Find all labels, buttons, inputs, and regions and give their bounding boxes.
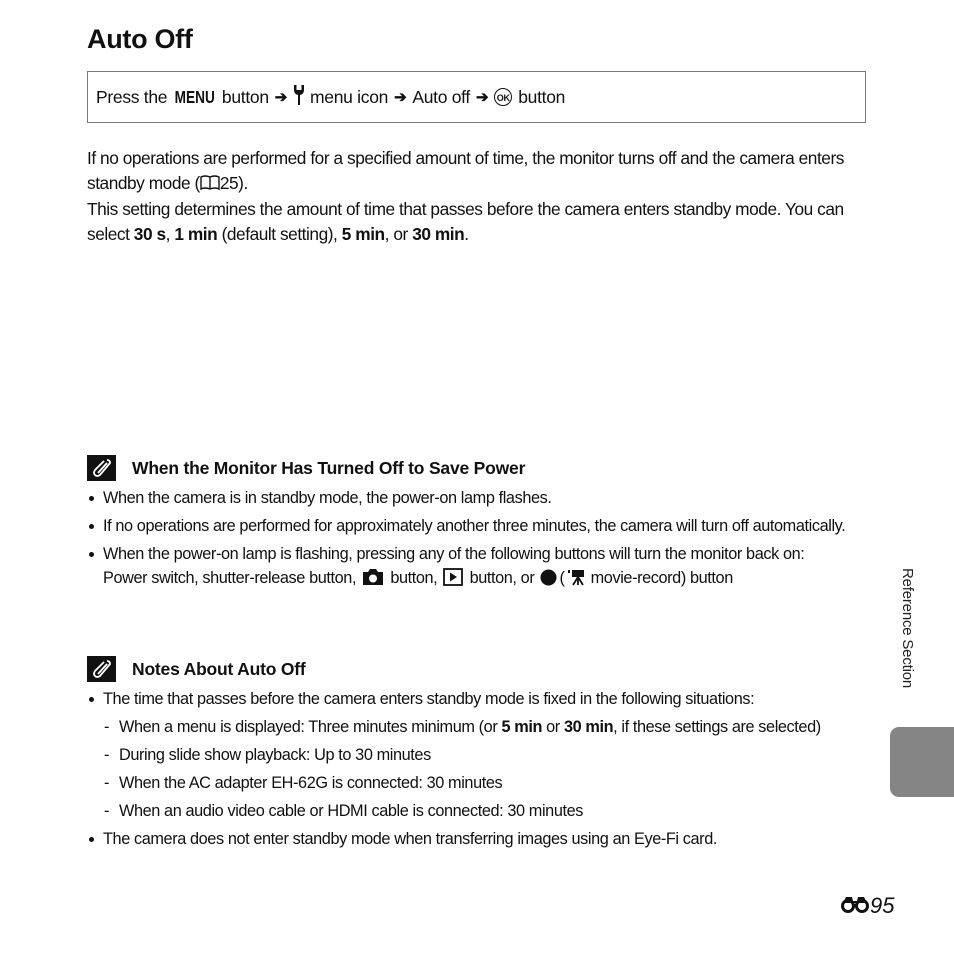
procedure-press-the: Press the — [96, 86, 168, 107]
page-number: 95 — [840, 893, 894, 919]
procedure-box: Press the MENU button ➔ menu icon ➔ Auto… — [87, 71, 866, 123]
note-title: When the Monitor Has Turned Off to Save … — [132, 457, 526, 478]
sub-list-item: When the AC adapter EH-62G is connected:… — [87, 771, 867, 795]
note-header: When the Monitor Has Turned Off to Save … — [87, 454, 867, 482]
option-1min: 1 min — [174, 223, 218, 244]
sub-list-item: When an audio video cable or HDMI cable … — [87, 799, 867, 823]
list-item-text: movie-record) button — [590, 569, 734, 587]
list-item: If no operations are performed for appro… — [87, 514, 867, 538]
list-item: The camera does not enter standby mode w… — [87, 827, 867, 851]
list-item: When the power-on lamp is flashing, pres… — [87, 542, 867, 593]
arrow-icon: ➔ — [475, 89, 489, 106]
pencil-note-icon — [87, 455, 116, 481]
page-title: Auto Off — [87, 24, 193, 54]
page-reference-link[interactable]: 25 — [220, 173, 239, 193]
note-monitor-off: When the Monitor Has Turned Off to Save … — [87, 454, 867, 593]
intro-p2-end: . — [464, 223, 469, 244]
list-item-text: button, — [390, 569, 438, 587]
camera-icon — [362, 568, 384, 593]
section-tab[interactable] — [890, 727, 954, 797]
procedure-menu-icon-text: menu icon — [310, 86, 389, 107]
record-dot-icon — [540, 569, 557, 593]
intro-paragraph-1: If no operations are performed for a spe… — [87, 146, 867, 197]
list-item: The time that passes before the camera e… — [87, 687, 867, 711]
note-auto-off: Notes About Auto Off The time that passe… — [87, 655, 867, 851]
section-side-label: Reference Section — [899, 568, 916, 689]
procedure-item: Auto off — [412, 86, 470, 107]
list-item-text: Power switch, shutter-release button, — [103, 569, 357, 587]
sub-list-item: During slide show playback: Up to 30 min… — [87, 743, 867, 767]
sub-list-item: When a menu is displayed: Three minutes … — [87, 715, 867, 739]
list-item-text: , if these settings are selected) — [613, 718, 821, 736]
procedure-button-text: button — [221, 86, 269, 107]
list-item-text: ( — [559, 569, 565, 587]
option-30min: 30 min — [412, 223, 465, 244]
option-30min: 30 min — [563, 718, 614, 736]
intro-p2-or: , or — [384, 223, 413, 244]
movie-camera-icon — [567, 568, 585, 593]
list-item-text: When the power-on lamp is flashing, pres… — [103, 545, 805, 563]
option-5min: 5 min — [341, 223, 385, 244]
list-item-text: button, or — [469, 569, 535, 587]
option-5min: 5 min — [501, 718, 543, 736]
list-item: When the camera is in standby mode, the … — [87, 486, 867, 510]
wrench-icon — [293, 84, 305, 110]
intro-text: If no operations are performed for a spe… — [87, 146, 867, 246]
list-item-text: or — [542, 718, 564, 736]
intro-p1-end: ). — [238, 172, 248, 193]
book-reference-icon — [200, 173, 220, 198]
arrow-icon: ➔ — [394, 89, 407, 106]
intro-paragraph-2: This setting determines the amount of ti… — [87, 197, 867, 246]
arrow-icon: ➔ — [274, 89, 288, 106]
list-item-text: When a menu is displayed: Three minutes … — [119, 718, 502, 736]
binoculars-icon — [840, 893, 870, 919]
note-title: Notes About Auto Off — [132, 658, 306, 679]
option-30s: 30 s — [133, 223, 166, 244]
page-number-value: 95 — [870, 893, 895, 918]
procedure-button-text-2: button — [518, 86, 566, 107]
menu-button-icon: MENU — [174, 86, 215, 107]
playback-icon — [443, 568, 464, 593]
ok-button-icon: OK — [494, 88, 513, 106]
intro-p2-default: (default setting), — [217, 223, 342, 244]
pencil-note-icon — [87, 656, 116, 682]
note-header: Notes About Auto Off — [87, 655, 867, 683]
